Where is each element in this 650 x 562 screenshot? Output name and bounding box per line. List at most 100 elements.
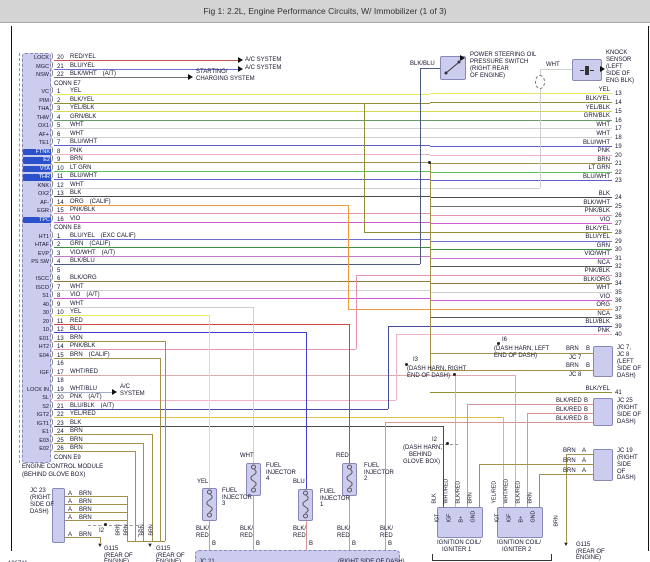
pin-stub: ) [51,112,54,120]
pin-stub: ) [51,172,54,179]
ecm-pin-name: 40 [42,301,49,308]
rotated-label: GND [470,510,477,522]
right-wire-label: WHT [596,121,610,128]
wire-segment [539,474,593,475]
right-pin-number: 23 [615,178,622,184]
pin-number: 3 [57,106,61,113]
wire-segment [467,404,593,405]
right-wire-label: BLK/ORG [583,276,610,283]
ground-symbol-g115-right: ▼ [563,542,569,548]
label: IGNITION COIL/ [437,540,482,546]
label: SYSTEM [120,390,145,397]
label: BLU [293,478,305,485]
wire-segment [54,119,430,121]
right-wire-label: VIO/WHT [584,251,610,258]
wire-segment [54,221,430,223]
pin-stub: ) [51,401,54,409]
ecm-pin-name: NSW [36,72,49,79]
wire-color-label: BRN [70,445,83,452]
wire-segment [388,325,389,409]
wire-color-label: BLU/WHT [70,139,97,146]
wire-segment [356,274,357,349]
pin-stub: ) [51,350,54,358]
label: DASH) [617,475,636,481]
wire-color-label: BLU/YEL (EXC CALIF) [70,232,136,239]
junction-dot [446,442,449,445]
right-pin-number: 31 [615,255,622,262]
wire-segment [54,298,430,299]
wire-segment [160,357,161,541]
wire-segment [54,451,135,452]
label: DASH) [30,509,49,515]
wire-color-label: VIO (A/T) [70,292,100,299]
rotated-label: B+ [518,515,525,522]
pin-number: 10 [57,310,64,317]
pin-stub: ) [51,70,54,77]
wire-segment [54,213,430,214]
right-wire-label: VIO [599,216,610,223]
label: WHT [240,452,254,459]
ecm-pin-name: E03 [39,437,49,444]
pin-stub: ) [51,342,54,349]
knock-sensor-icon [573,60,601,80]
label: A [68,498,73,505]
right-pin-number: 25 [615,204,622,210]
ground-symbol-g115-left2: ▼ [147,543,153,549]
wire-color-label: VIO/WHT (A/T) [70,249,115,256]
rotated-label: BRN [467,491,474,503]
rotated-label: WHT/RED [503,478,510,503]
right-pin-number: 15 [615,109,622,115]
label: A/C SYSTEM [245,56,282,63]
label: JC 19 [617,448,633,454]
label: (RIGHT REAR [470,65,509,72]
wire-color-label: WHT [70,300,84,307]
ecm-pin-name: MGC [36,63,49,70]
wire-segment [54,128,430,129]
wire-color-label: BLK/BLU [70,258,95,265]
pin-stub: ) [51,248,54,256]
label: B [352,541,357,547]
right-pin-number: 16 [615,117,622,124]
wire-segment [54,94,430,95]
label: END OF DASH) [494,352,538,359]
wire-color-label: BRN [70,156,83,163]
label: IGNITER 1 [442,547,472,553]
label: YEL [197,478,209,485]
pin-number: 17 [57,369,64,376]
right-pin-number: 13 [615,91,622,97]
wire-color-label: BLU/BLK (A/T) [70,402,115,409]
label: 3 [222,501,226,507]
junction-dot [453,372,456,376]
rotated-label: IGT [434,513,441,522]
wire-segment [349,496,350,550]
pin-number: 20 [57,395,64,402]
arrow-icon [188,74,193,80]
right-pin-number: 40 [615,332,622,338]
rotated-label: BRN [527,491,534,503]
label: PRESSURE SWITCH [470,58,529,65]
wire-segment [209,521,210,550]
label: JC 7, [617,345,632,351]
ecm-pin-name: LOCK [34,55,49,62]
wire-segment [54,289,430,291]
pin-stub: ) [51,197,54,205]
pin-stub: ) [51,138,54,145]
pin-stub: ) [51,146,54,154]
ecm-pin-name: LOCK IN [26,386,49,393]
pin-stub: ) [51,61,54,69]
wire-segment [420,68,440,69]
label: I3 [413,357,419,363]
injector-coil-icon [250,464,257,493]
label: B [584,397,589,404]
ecm-pin-name: HT1 [38,233,49,240]
pin-stub: ) [51,384,54,392]
label: IGNITION COIL/ [497,540,542,546]
pin-stub: ) [51,308,54,315]
ecm-pin-name: ISCC [35,276,49,283]
right-pin-number: 29 [615,238,622,245]
label: A [582,447,587,454]
right-wire-label: BLU/WHT [583,173,610,180]
pin-stub: ) [51,427,54,434]
label: A [68,506,73,513]
pin-number: 9 [57,157,61,164]
